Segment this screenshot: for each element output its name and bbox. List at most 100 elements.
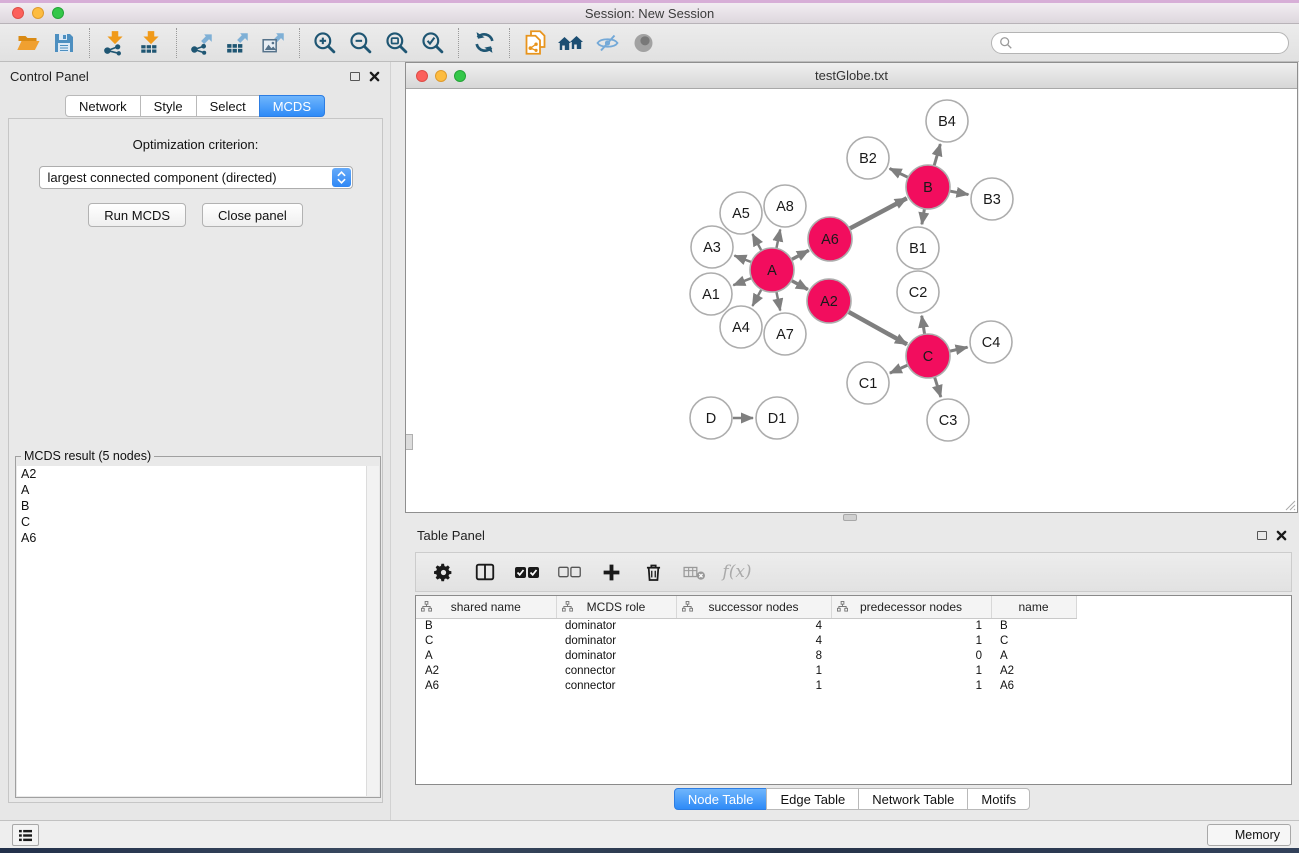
table-cell[interactable]: A2 bbox=[991, 664, 1076, 679]
float-panel-icon[interactable] bbox=[350, 72, 360, 81]
network-node-A4[interactable]: A4 bbox=[720, 306, 762, 348]
network-node-A3[interactable]: A3 bbox=[691, 226, 733, 268]
node-table[interactable]: shared name MCDS role successor nodes bbox=[415, 595, 1292, 785]
tab-style[interactable]: Style bbox=[140, 95, 197, 117]
table-cell[interactable]: 1 bbox=[831, 664, 991, 679]
zoom-fit-button[interactable] bbox=[379, 27, 415, 59]
network-edge-A-A6[interactable] bbox=[791, 250, 808, 259]
tab-edge-table[interactable]: Edge Table bbox=[766, 788, 859, 810]
close-panel-button[interactable]: Close panel bbox=[202, 203, 303, 227]
network-edge-A-A3[interactable] bbox=[734, 256, 751, 263]
open-file-button[interactable] bbox=[10, 27, 46, 59]
add-column-button[interactable] bbox=[594, 556, 628, 588]
memory-button[interactable]: Memory bbox=[1207, 824, 1291, 846]
network-window-titlebar[interactable]: testGlobe.txt bbox=[406, 63, 1297, 89]
network-edge-A-A2[interactable] bbox=[791, 281, 808, 290]
network-node-D[interactable]: D bbox=[690, 397, 732, 439]
delete-table-button[interactable] bbox=[678, 556, 712, 588]
network-node-B1[interactable]: B1 bbox=[897, 227, 939, 269]
task-history-button[interactable] bbox=[12, 824, 39, 846]
run-mcds-button[interactable]: Run MCDS bbox=[88, 203, 186, 227]
network-edge-A6-B[interactable] bbox=[849, 198, 906, 228]
network-edge-A-A7[interactable] bbox=[776, 292, 780, 311]
network-canvas[interactable]: B4B2BB3A5A8A6A3B1AA1C2A2A4A7C4CC1C3DD1 bbox=[406, 89, 1297, 512]
network-node-C1[interactable]: C1 bbox=[847, 362, 889, 404]
network-node-C3[interactable]: C3 bbox=[927, 399, 969, 441]
table-cell[interactable]: C bbox=[991, 634, 1076, 649]
search-input[interactable] bbox=[1013, 34, 1288, 52]
table-cell[interactable]: dominator bbox=[556, 634, 676, 649]
table-cell[interactable]: 1 bbox=[676, 679, 831, 694]
show-panels-button[interactable] bbox=[625, 27, 661, 59]
import-table-button[interactable] bbox=[133, 27, 169, 59]
split-drag-handle[interactable] bbox=[843, 514, 857, 521]
network-node-B4[interactable]: B4 bbox=[926, 100, 968, 142]
refresh-button[interactable] bbox=[466, 27, 502, 59]
table-cell[interactable]: 1 bbox=[676, 664, 831, 679]
result-scrollbar[interactable] bbox=[366, 466, 379, 796]
close-table-panel-icon[interactable] bbox=[1276, 530, 1287, 541]
network-node-A5[interactable]: A5 bbox=[720, 192, 762, 234]
mcds-result-item[interactable]: C bbox=[17, 514, 379, 530]
resize-grip-icon[interactable] bbox=[1285, 500, 1296, 511]
mcds-result-item[interactable]: B bbox=[17, 498, 379, 514]
hide-panels-button[interactable] bbox=[589, 27, 625, 59]
network-edge-A2-C[interactable] bbox=[848, 312, 907, 345]
table-cell[interactable]: A bbox=[991, 649, 1076, 664]
network-edge-B-B2[interactable] bbox=[890, 168, 909, 177]
table-cell[interactable]: 8 bbox=[676, 649, 831, 664]
network-node-A2[interactable]: A2 bbox=[807, 279, 851, 323]
birdseye-grip[interactable] bbox=[406, 434, 413, 450]
delete-columns-button[interactable] bbox=[636, 556, 670, 588]
network-edge-B-B3[interactable] bbox=[950, 191, 969, 195]
network-node-C2[interactable]: C2 bbox=[897, 271, 939, 313]
network-node-B[interactable]: B bbox=[906, 165, 950, 209]
home-button[interactable] bbox=[553, 27, 589, 59]
table-cell[interactable]: A6 bbox=[991, 679, 1076, 694]
table-cell[interactable]: 4 bbox=[676, 634, 831, 649]
tab-network-table[interactable]: Network Table bbox=[858, 788, 968, 810]
table-cell[interactable]: dominator bbox=[556, 618, 676, 634]
zoom-in-button[interactable] bbox=[307, 27, 343, 59]
column-header-shared-name[interactable]: shared name bbox=[416, 596, 556, 618]
mcds-result-item[interactable]: A2 bbox=[17, 466, 379, 482]
column-header-mcds-role[interactable]: MCDS role bbox=[556, 596, 676, 618]
table-cell[interactable]: A2 bbox=[416, 664, 556, 679]
search-field[interactable] bbox=[991, 32, 1289, 54]
export-image-button[interactable] bbox=[256, 27, 292, 59]
network-edge-C-C1[interactable] bbox=[890, 365, 908, 373]
table-row[interactable]: A6connector11A6 bbox=[416, 679, 1076, 694]
split-view-button[interactable] bbox=[468, 556, 502, 588]
table-cell[interactable]: 4 bbox=[676, 618, 831, 634]
column-header-name[interactable]: name bbox=[991, 596, 1076, 618]
network-node-B3[interactable]: B3 bbox=[971, 178, 1013, 220]
network-node-A6[interactable]: A6 bbox=[808, 217, 852, 261]
table-row[interactable]: Cdominator41C bbox=[416, 634, 1076, 649]
close-panel-icon[interactable] bbox=[369, 71, 380, 82]
column-header-predecessor-nodes[interactable]: predecessor nodes bbox=[831, 596, 991, 618]
network-edge-A-A5[interactable] bbox=[752, 234, 761, 251]
tab-mcds[interactable]: MCDS bbox=[259, 95, 325, 117]
table-settings-button[interactable] bbox=[426, 556, 460, 588]
network-edge-C-C4[interactable] bbox=[949, 347, 967, 351]
network-edge-C-C3[interactable] bbox=[935, 377, 941, 397]
table-cell[interactable]: A bbox=[416, 649, 556, 664]
network-edge-B-B1[interactable] bbox=[922, 209, 925, 225]
clone-network-button[interactable] bbox=[517, 27, 553, 59]
network-node-C4[interactable]: C4 bbox=[970, 321, 1012, 363]
network-edge-B-B4[interactable] bbox=[934, 144, 940, 166]
network-node-A8[interactable]: A8 bbox=[764, 185, 806, 227]
table-cell[interactable]: 1 bbox=[831, 679, 991, 694]
save-session-button[interactable] bbox=[46, 27, 82, 59]
export-network-button[interactable] bbox=[184, 27, 220, 59]
table-cell[interactable]: A6 bbox=[416, 679, 556, 694]
table-row[interactable]: Adominator80A bbox=[416, 649, 1076, 664]
show-all-columns-button[interactable] bbox=[510, 556, 544, 588]
network-edge-A-A4[interactable] bbox=[752, 289, 761, 306]
export-table-button[interactable] bbox=[220, 27, 256, 59]
criterion-dropdown[interactable]: largest connected component (directed) bbox=[39, 166, 353, 189]
network-node-D1[interactable]: D1 bbox=[756, 397, 798, 439]
hide-all-columns-button[interactable] bbox=[552, 556, 586, 588]
table-cell[interactable]: 1 bbox=[831, 618, 991, 634]
mcds-result-item[interactable]: A bbox=[17, 482, 379, 498]
